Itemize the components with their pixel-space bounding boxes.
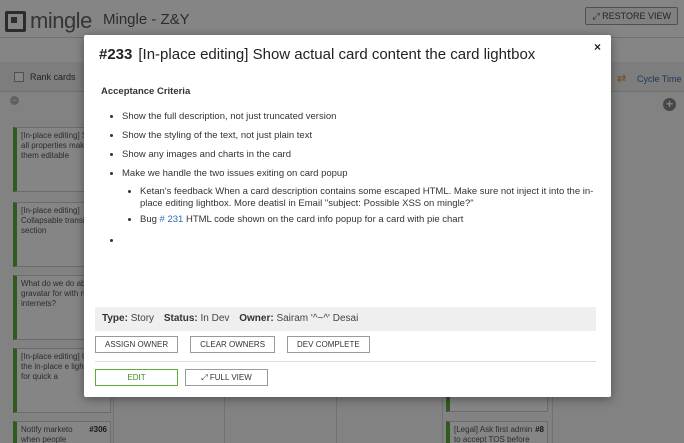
- type-value[interactable]: Story: [131, 313, 154, 324]
- list-item: Ketan's feedback When a card description…: [140, 186, 596, 210]
- sub-criteria-list: Ketan's feedback When a card description…: [140, 186, 596, 226]
- list-item: [122, 235, 596, 247]
- criteria-list: Show the full description, not just trun…: [122, 111, 596, 247]
- edit-button[interactable]: EDIT: [95, 369, 178, 386]
- close-icon[interactable]: ×: [594, 40, 601, 54]
- full-view-button[interactable]: ⤢ FULL VIEW: [185, 369, 268, 386]
- card-actions: EDIT ⤢ FULL VIEW: [95, 369, 268, 386]
- list-item: Make we handle the two issues exiting on…: [122, 168, 596, 226]
- list-item: Bug # 231 HTML code shown on the card in…: [140, 214, 596, 226]
- transition-actions: ASSIGN OWNER CLEAR OWNERS DEV COMPLETE: [95, 336, 370, 353]
- list-item: Show the styling of the text, not just p…: [122, 130, 596, 142]
- full-view-label: FULL VIEW: [209, 373, 252, 382]
- description-heading: Acceptance Criteria: [101, 86, 191, 97]
- card-number: #233: [99, 46, 133, 63]
- bug-prefix: Bug: [140, 214, 160, 225]
- dev-complete-button[interactable]: DEV COMPLETE: [287, 336, 370, 353]
- clear-owners-button[interactable]: CLEAR OWNERS: [190, 336, 276, 353]
- expand-icon: ⤢: [201, 373, 208, 382]
- owner-label: Owner:: [239, 313, 274, 324]
- card-properties: Type: Story Status: In Dev Owner: Sairam…: [95, 307, 596, 331]
- list-item: Show the full description, not just trun…: [122, 111, 596, 123]
- card-description[interactable]: Acceptance Criteria Show the full descri…: [101, 86, 596, 296]
- bug-suffix: HTML code shown on the card info popup f…: [183, 214, 464, 225]
- status-value[interactable]: In Dev: [201, 313, 230, 324]
- card-lightbox: #233 [In-place editing] Show actual card …: [84, 35, 611, 397]
- card-title: #233 [In-place editing] Show actual card …: [99, 46, 535, 63]
- bug-link[interactable]: # 231: [160, 214, 184, 225]
- divider: [95, 361, 596, 362]
- list-item: Show any images and charts in the card: [122, 149, 596, 161]
- owner-value[interactable]: Sairam '^~^' Desai: [276, 313, 358, 324]
- list-item-text: Make we handle the two issues exiting on…: [122, 168, 348, 179]
- type-label: Type:: [102, 313, 128, 324]
- assign-owner-button[interactable]: ASSIGN OWNER: [95, 336, 179, 353]
- status-label: Status:: [163, 313, 198, 324]
- card-name[interactable]: [In-place editing] Show actual card cont…: [138, 46, 535, 63]
